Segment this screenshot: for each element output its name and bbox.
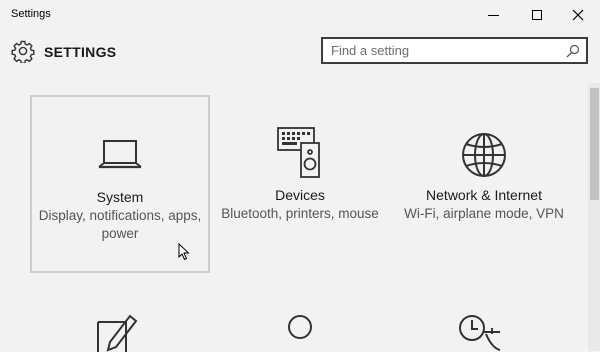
- mouse-cursor-icon: [178, 243, 190, 261]
- gear-icon: [11, 40, 35, 63]
- category-description: Display, notifications, apps, power: [38, 208, 202, 241]
- minimize-button[interactable]: [474, 0, 514, 30]
- title-bar: Settings: [0, 0, 600, 30]
- maximize-icon: [532, 10, 542, 20]
- category-tile-devices[interactable]: Devices Bluetooth, printers, mouse: [210, 95, 390, 273]
- category-name: Network & Internet: [426, 187, 542, 203]
- pen-tablet-icon[interactable]: [96, 312, 140, 352]
- category-name: Devices: [275, 187, 325, 203]
- search-input[interactable]: [323, 39, 559, 62]
- category-name: System: [96, 189, 144, 205]
- category-description: Bluetooth, printers, mouse: [221, 206, 379, 221]
- scrollbar-thumb[interactable]: [590, 88, 599, 200]
- category-tile-network-internet[interactable]: Network & Internet Wi-Fi, airplane mode,…: [394, 95, 574, 273]
- person-icon[interactable]: [282, 312, 318, 352]
- clock-language-icon[interactable]: [456, 312, 506, 352]
- search-icon[interactable]: [566, 44, 580, 58]
- keyboard-speaker-icon: [277, 127, 320, 178]
- window-title: Settings: [11, 8, 51, 20]
- laptop-icon: [98, 140, 142, 169]
- category-description: Wi-Fi, airplane mode, VPN: [404, 206, 564, 221]
- page-title: SETTINGS: [44, 44, 117, 60]
- close-icon: [572, 9, 584, 21]
- maximize-button[interactable]: [517, 0, 557, 30]
- search-box[interactable]: [321, 37, 588, 64]
- minimize-icon: [488, 15, 499, 16]
- globe-icon: [462, 133, 506, 177]
- close-button[interactable]: [558, 0, 598, 30]
